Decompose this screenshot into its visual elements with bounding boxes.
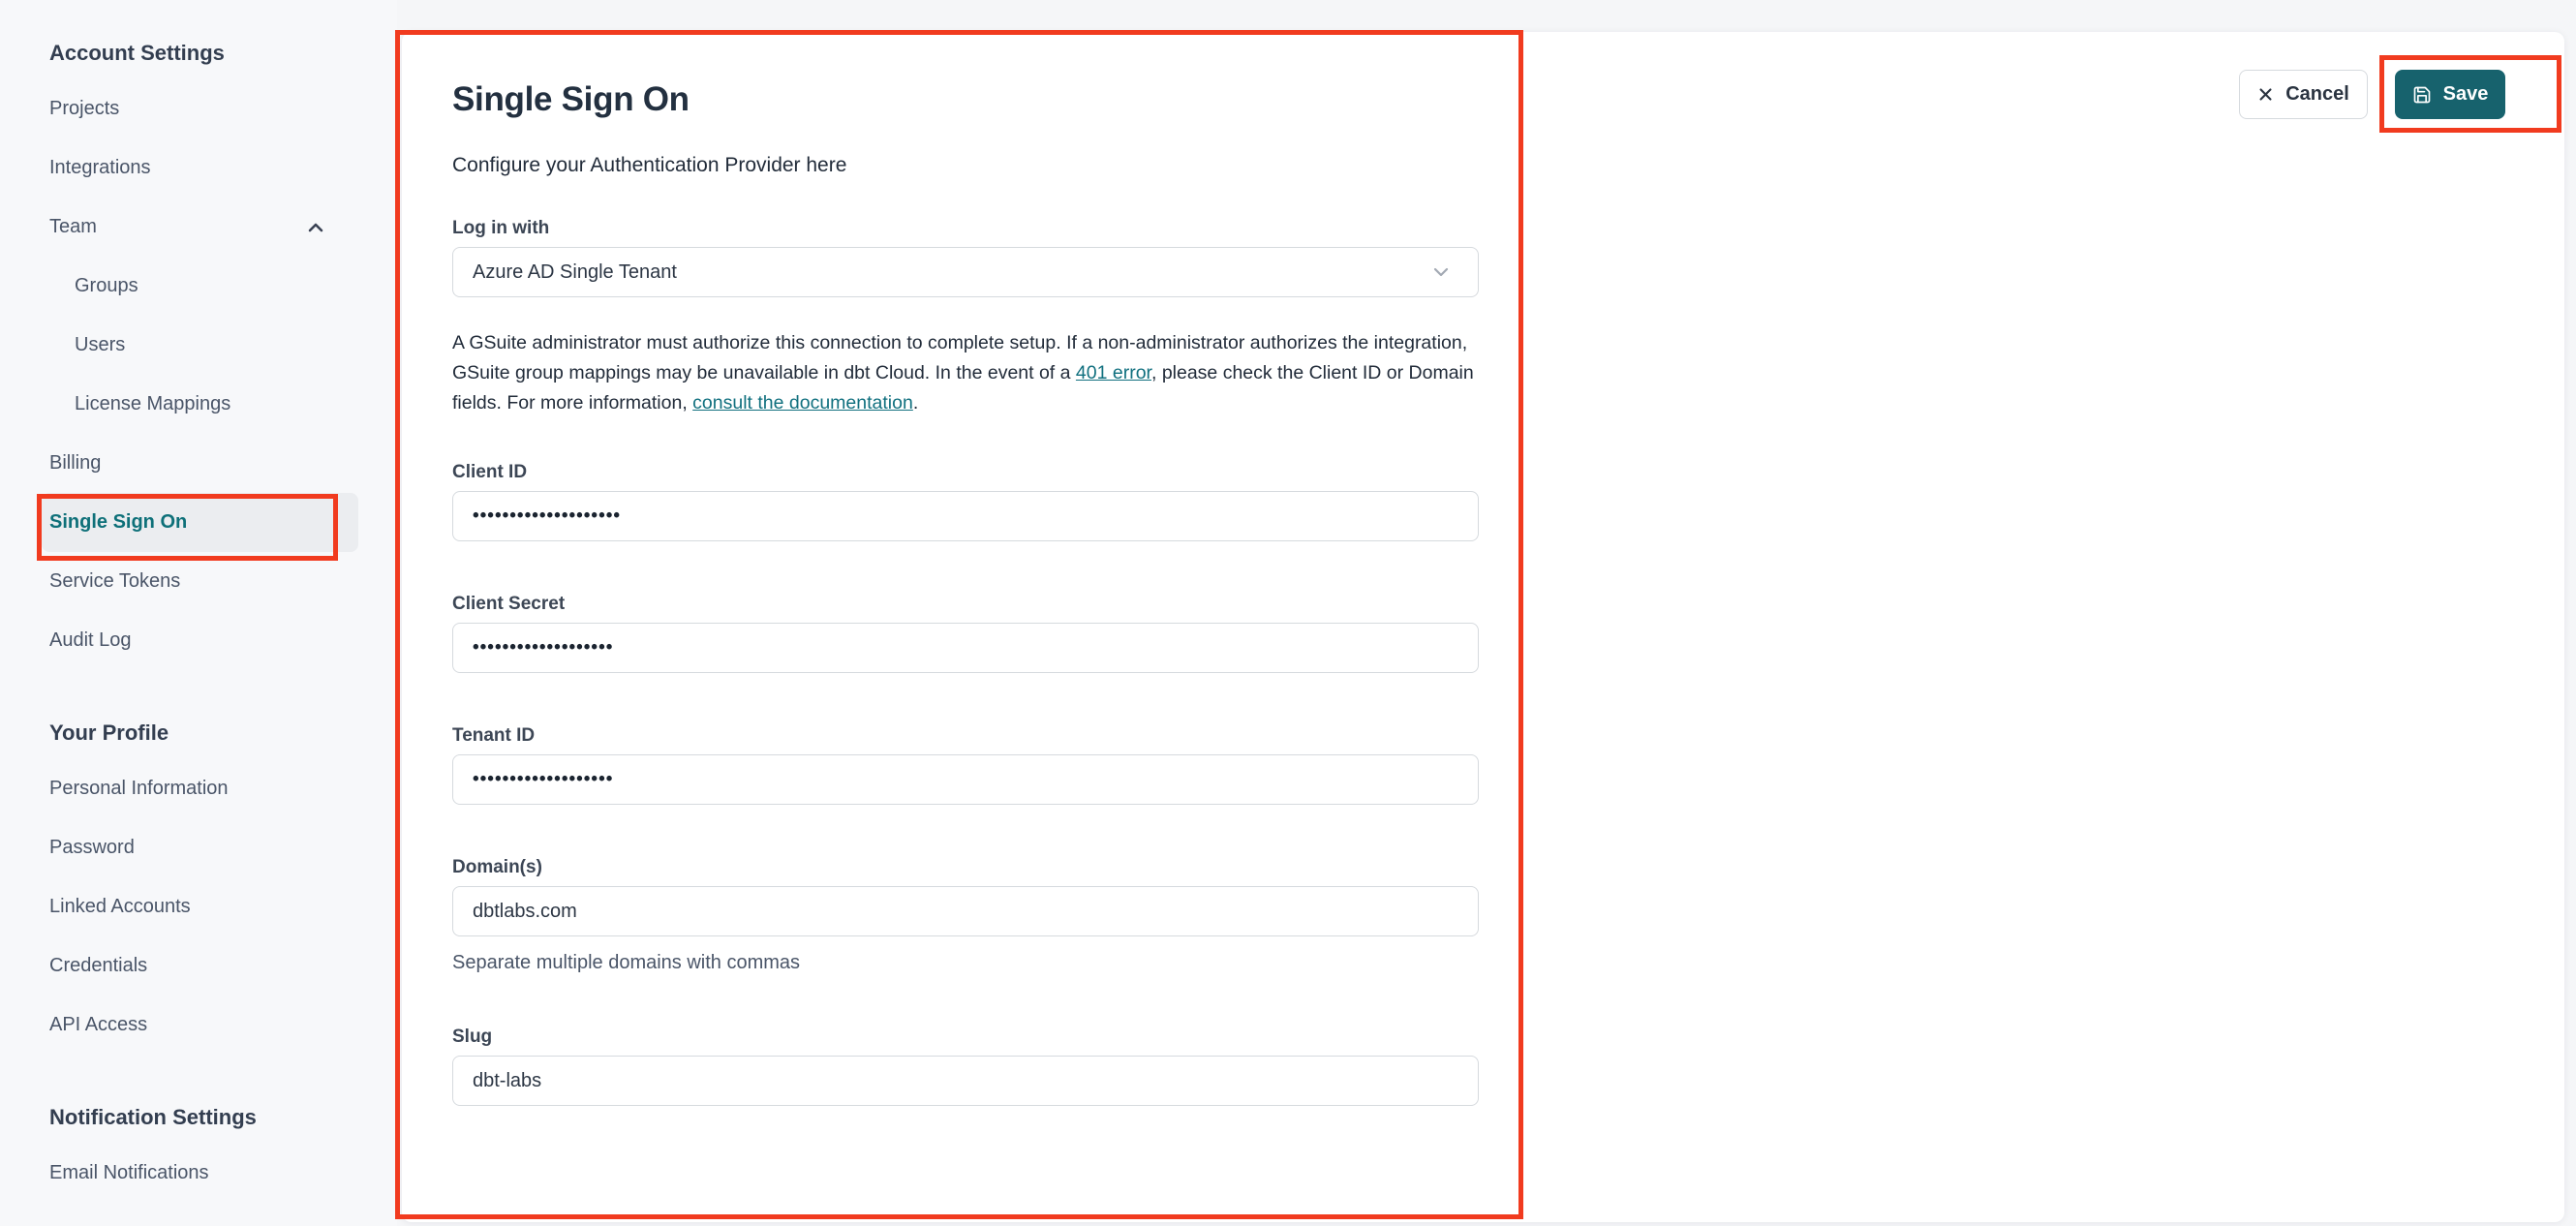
sidebar-item-service-tokens[interactable]: Service Tokens — [42, 552, 358, 611]
sidebar-section-header: Your Profile — [49, 720, 169, 745]
sidebar-item-label: Groups — [75, 275, 138, 296]
page-title: Single Sign On — [452, 80, 690, 118]
sidebar-item-personal-information[interactable]: Personal Information — [42, 759, 358, 818]
sidebar-item-label: Billing — [49, 452, 102, 474]
sidebar-item-billing[interactable]: Billing — [42, 434, 358, 493]
field-helper-text: Separate multiple domains with commas — [452, 952, 801, 973]
sidebar-item-api-access[interactable]: API Access — [42, 996, 358, 1055]
field-group-tenant-id: Tenant ID — [452, 725, 1479, 805]
cancel-button-label: Cancel — [2285, 83, 2349, 105]
cancel-button[interactable]: Cancel — [2239, 70, 2368, 119]
sidebar-item-label: Projects — [49, 98, 120, 119]
field-label: Client ID — [452, 462, 528, 482]
sidebar-item-users[interactable]: Users — [42, 316, 358, 375]
page-subtitle: Configure your Authentication Provider h… — [452, 154, 847, 176]
account-settings-sidebar: Account Settings Projects Integrations Team… — [0, 0, 397, 1226]
client-secret-input[interactable] — [452, 623, 1479, 673]
sidebar-item-linked-accounts[interactable]: Linked Accounts — [42, 877, 358, 936]
sidebar-item-label: Email Notifications — [49, 1162, 209, 1183]
sidebar-item-label: Single Sign On — [49, 511, 188, 533]
sidebar-item-audit-log[interactable]: Audit Log — [42, 611, 358, 670]
sidebar-item-label: Service Tokens — [49, 570, 181, 592]
sso-form-fields: Client ID Client Secret Tenant ID Domain(s)… — [452, 462, 1479, 1158]
sidebar-item-projects[interactable]: Projects — [42, 79, 358, 138]
field-group-slug: Slug — [452, 1027, 1479, 1106]
sidebar-item-label: Audit Log — [49, 629, 132, 651]
note-text: . — [912, 392, 919, 414]
field-group-client-secret: Client Secret — [452, 594, 1479, 673]
chevron-up-icon — [304, 216, 327, 239]
field-label: Domain(s) — [452, 857, 542, 877]
gsuite-admin-note: A GSuite administrator must authorize th… — [452, 328, 1485, 418]
sidebar-item-label: License Mappings — [75, 393, 231, 414]
sidebar-item-credentials[interactable]: Credentials — [42, 936, 358, 996]
client-id-input[interactable] — [452, 491, 1479, 541]
field-label: Tenant ID — [452, 725, 536, 746]
field-label: Slug — [452, 1027, 493, 1047]
sidebar-item-label: Password — [49, 837, 135, 858]
domain-s--input[interactable] — [452, 886, 1479, 936]
tenant-id-input[interactable] — [452, 754, 1479, 805]
slug-input[interactable] — [452, 1056, 1479, 1106]
sidebar-item-password[interactable]: Password — [42, 818, 358, 877]
sidebar-section-header: Account Settings — [49, 41, 225, 65]
sidebar-item-email-notifications[interactable]: Email Notifications — [42, 1144, 358, 1203]
chevron-down-icon — [1429, 261, 1453, 284]
sidebar-section-header: Notification Settings — [49, 1105, 257, 1129]
sidebar-item-label: Linked Accounts — [49, 896, 191, 917]
sidebar-item-integrations[interactable]: Integrations — [42, 138, 358, 198]
401-error-link[interactable]: 401 error — [1076, 362, 1151, 383]
form-actions: Cancel Save — [2239, 70, 2505, 119]
sidebar-item-label: Credentials — [49, 955, 148, 976]
login-with-label: Log in with — [452, 218, 550, 238]
sidebar-item-single-sign-on[interactable]: Single Sign On — [42, 493, 358, 552]
sidebar-item-team[interactable]: Team — [42, 198, 358, 257]
field-group-domain-s-: Domain(s) Separate multiple domains with … — [452, 857, 1479, 974]
save-button-label: Save — [2442, 83, 2489, 105]
login-with-selected-value: Azure AD Single Tenant — [473, 261, 677, 283]
sidebar-item-license-mappings[interactable]: License Mappings — [42, 375, 358, 434]
sidebar-item-label: Users — [75, 334, 126, 355]
field-group-client-id: Client ID — [452, 462, 1479, 541]
save-button[interactable]: Save — [2395, 70, 2505, 119]
sidebar-item-label: Personal Information — [49, 778, 229, 799]
sidebar-item-label: API Access — [49, 1014, 148, 1035]
consult-documentation-link[interactable]: consult the documentation — [692, 392, 913, 414]
close-icon — [2257, 86, 2274, 103]
login-with-group: Log in with Azure AD Single Tenant — [452, 218, 1479, 297]
single-sign-on-card: Cancel Save Single Sign On Configure you… — [402, 32, 2564, 1222]
save-disk-icon — [2412, 85, 2432, 105]
sidebar-item-label: Team — [49, 216, 97, 237]
field-label: Client Secret — [452, 594, 566, 614]
login-with-select[interactable]: Azure AD Single Tenant — [452, 247, 1479, 297]
sidebar-item-label: Integrations — [49, 157, 151, 178]
sidebar-item-groups[interactable]: Groups — [42, 257, 358, 316]
dbt-cloud-account-settings-screen: Account Settings Projects Integrations Team… — [0, 0, 2576, 1226]
